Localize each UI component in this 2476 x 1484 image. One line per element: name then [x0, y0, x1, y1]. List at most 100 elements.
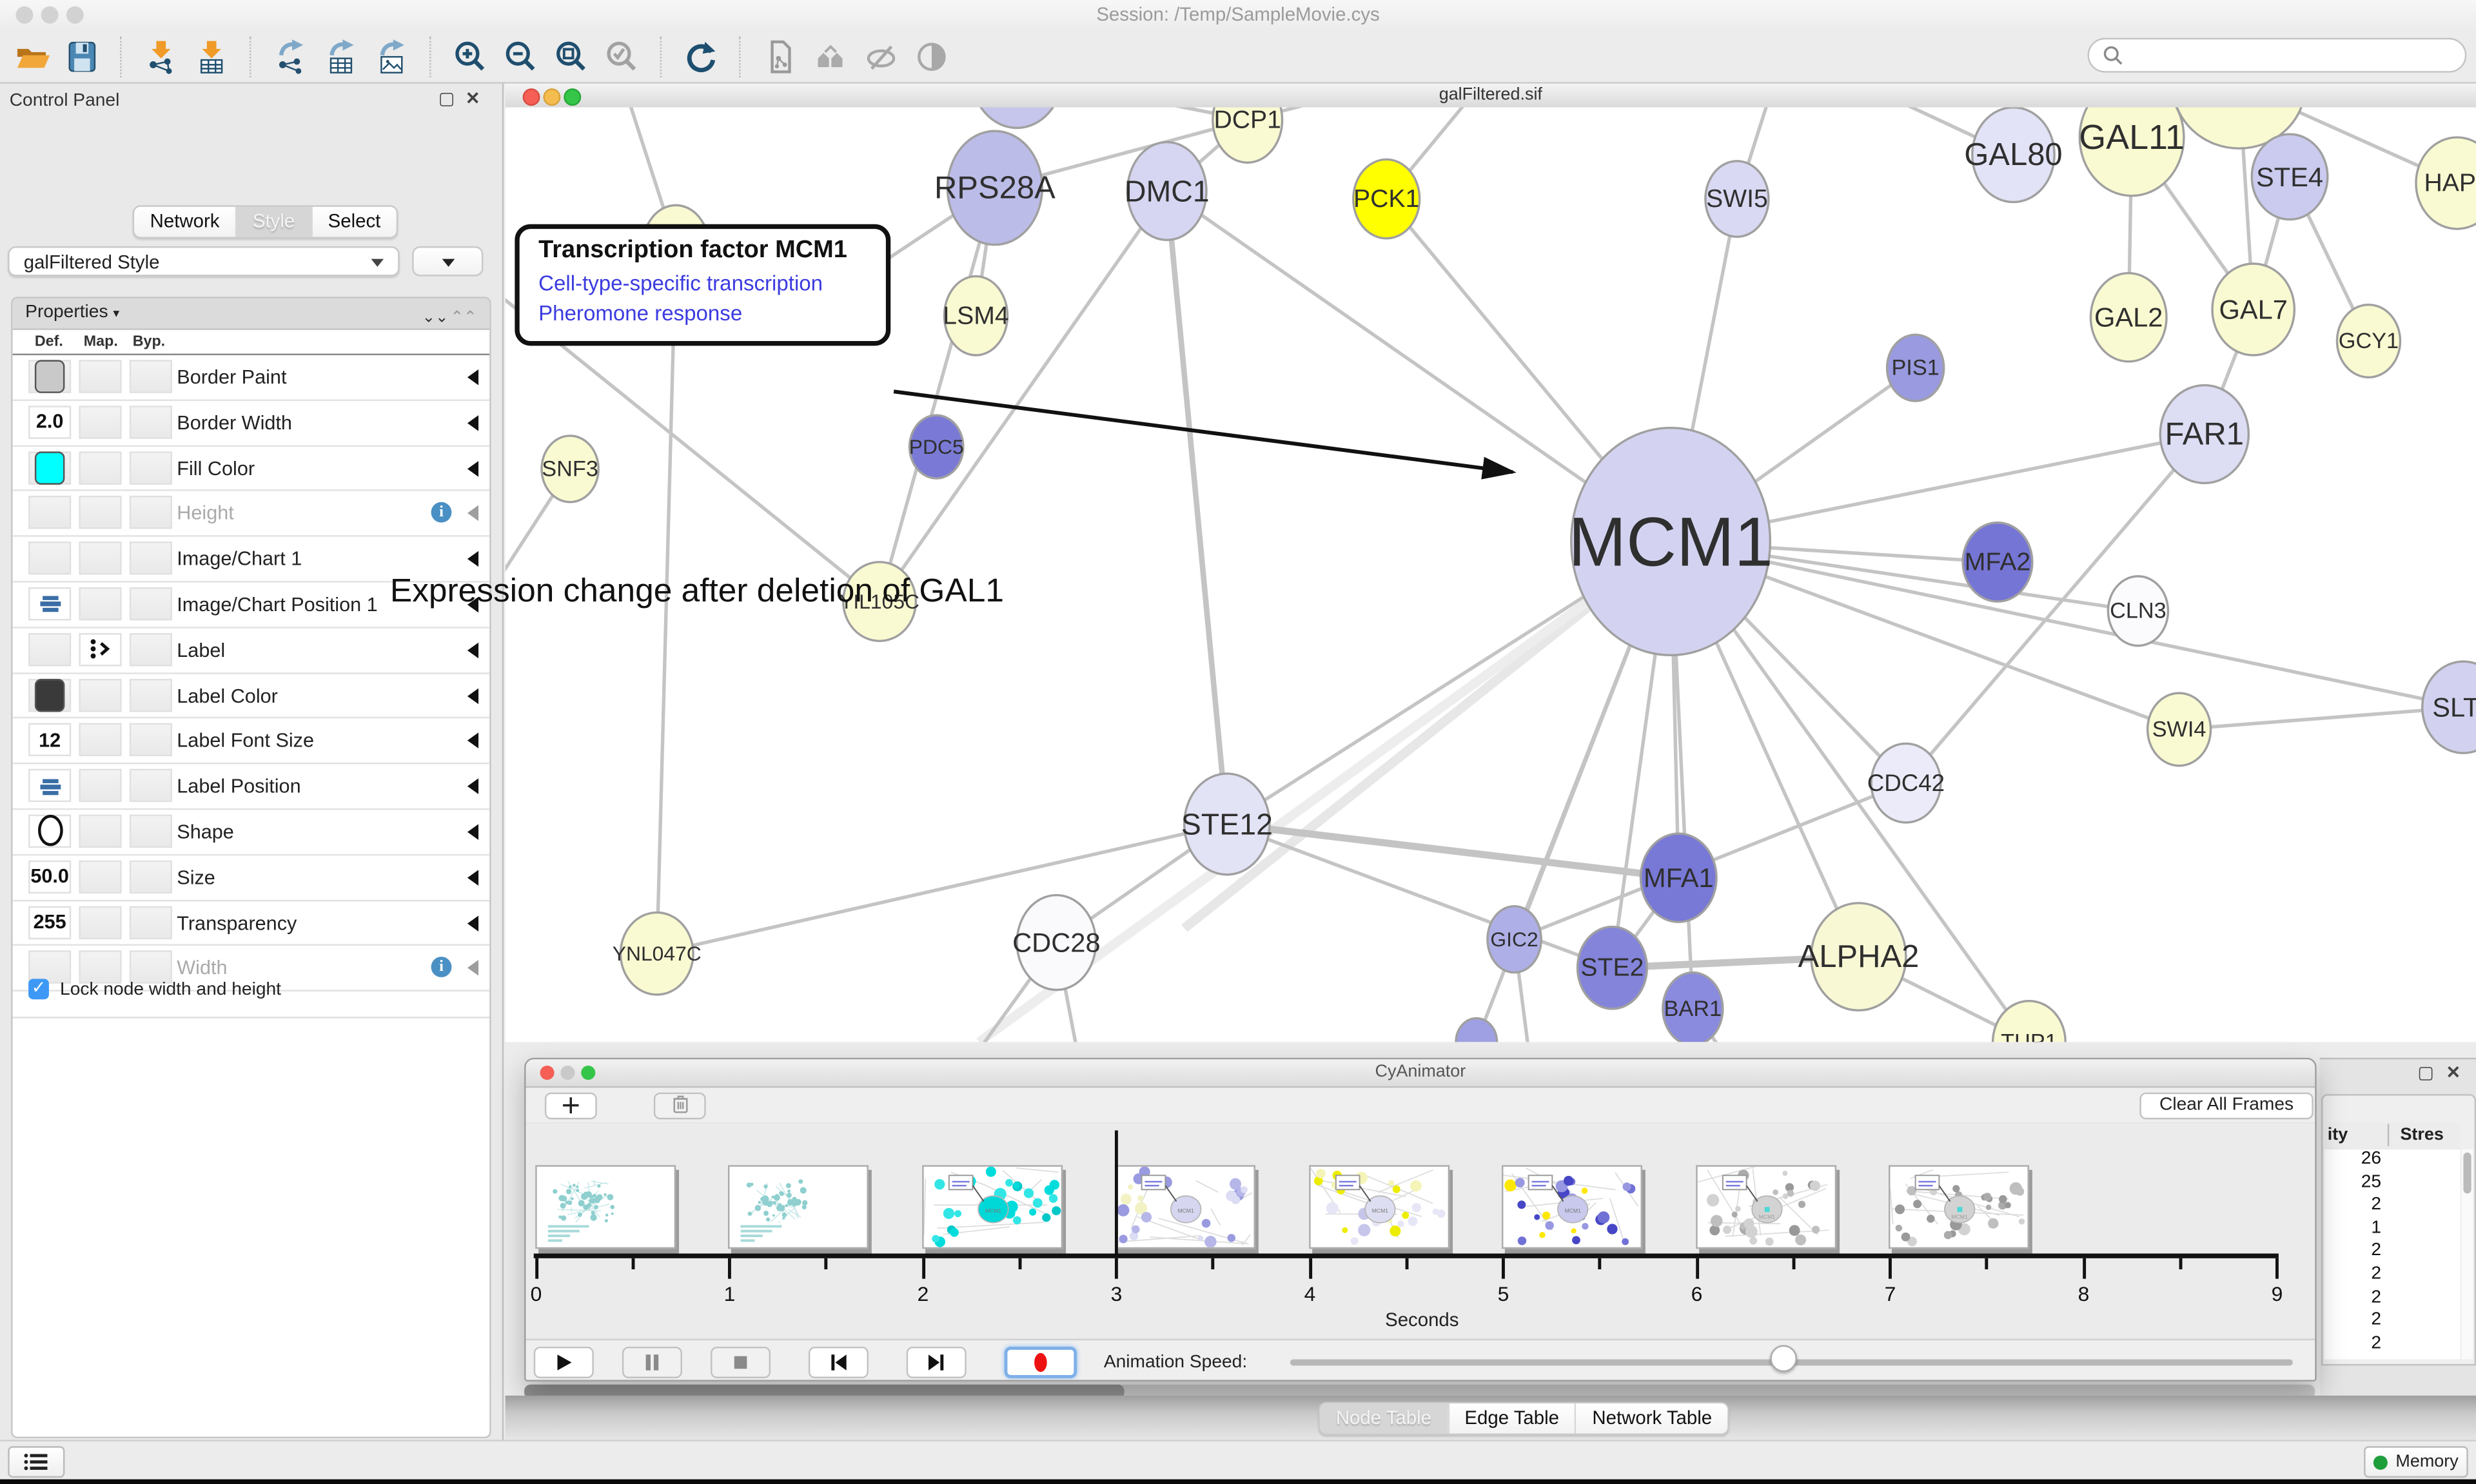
default-cell[interactable]: [28, 496, 71, 529]
frame-thumbnail-0[interactable]: [535, 1165, 675, 1249]
column-header-stress[interactable]: Stres: [2400, 1126, 2443, 1144]
default-cell[interactable]: [28, 542, 71, 574]
zoom-window-icon[interactable]: [564, 88, 581, 106]
zoom-out-button[interactable]: [496, 32, 546, 79]
table-row[interactable]: 2: [2324, 1265, 2461, 1288]
table-rows[interactable]: 26252122222: [2324, 1149, 2461, 1360]
node-PIS1[interactable]: PIS1: [1887, 335, 1944, 401]
hide-edges-button[interactable]: [856, 32, 906, 79]
search-input[interactable]: [2124, 43, 2446, 68]
edge[interactable]: [2179, 707, 2464, 729]
import-table-button[interactable]: [186, 32, 237, 79]
expand-row-icon[interactable]: [467, 779, 478, 794]
table-row[interactable]: 25: [2324, 1173, 2461, 1196]
table-row[interactable]: 2: [2324, 1287, 2461, 1311]
bypass-cell[interactable]: [130, 633, 172, 666]
bypass-cell[interactable]: [130, 587, 172, 620]
expand-row-icon[interactable]: [467, 733, 478, 748]
default-cell[interactable]: [28, 769, 71, 802]
node-GAL80[interactable]: GAL80: [1964, 108, 2062, 202]
default-cell[interactable]: 2.0: [28, 405, 71, 438]
zoom-selected-button[interactable]: [597, 32, 647, 79]
default-cell[interactable]: [28, 451, 71, 483]
annotation-box[interactable]: Transcription factor MCM1 Cell-type-spec…: [515, 224, 890, 346]
node-FAR1[interactable]: FAR1: [2160, 386, 2248, 483]
property-row-transparency[interactable]: 255Transparency: [13, 901, 490, 946]
lock-node-size-row[interactable]: ✓ Lock node width and height: [28, 979, 281, 1000]
tab-style[interactable]: Style: [235, 207, 311, 237]
expand-row-icon[interactable]: [467, 506, 478, 522]
default-cell[interactable]: [28, 633, 71, 666]
mapping-cell[interactable]: [79, 678, 121, 711]
default-cell[interactable]: 12: [28, 724, 71, 757]
network-window-titlebar[interactable]: galFiltered.sif: [506, 84, 2476, 109]
tab-edge-table[interactable]: Edge Table: [1447, 1403, 1575, 1434]
property-row-height[interactable]: Heighti: [13, 492, 490, 538]
open-session-button[interactable]: [6, 32, 57, 79]
refresh-view-button[interactable]: [676, 32, 726, 79]
bypass-cell[interactable]: [130, 360, 172, 393]
table-row[interactable]: 1: [2324, 1218, 2461, 1242]
info-icon[interactable]: i: [431, 503, 452, 523]
export-table-button[interactable]: [316, 32, 366, 79]
cyanimator-titlebar[interactable]: CyAnimator: [526, 1059, 2315, 1088]
node-MFA1[interactable]: MFA1: [1640, 834, 1716, 922]
expand-row-icon[interactable]: [467, 824, 478, 839]
edge[interactable]: [1671, 542, 2463, 707]
node-SLT2[interactable]: SLT2: [2422, 661, 2476, 753]
bypass-cell[interactable]: [130, 860, 172, 893]
table-row[interactable]: 26: [2324, 1149, 2461, 1173]
column-header-ity[interactable]: ity: [2328, 1126, 2348, 1144]
mapping-cell[interactable]: [79, 815, 121, 848]
frame-thumbnail-1[interactable]: [728, 1165, 869, 1249]
bypass-cell[interactable]: [130, 451, 172, 483]
node-STE4[interactable]: STE4: [2252, 134, 2328, 219]
bypass-cell[interactable]: [130, 724, 172, 757]
expand-row-icon[interactable]: [467, 688, 478, 703]
close-icon[interactable]: [540, 1066, 555, 1080]
node-RPS28B[interactable]: RPS28B: [963, 108, 1072, 128]
export-image-button[interactable]: [366, 32, 417, 79]
cyanimator-timeline[interactable]: MCM1MCM1MCM1MCM1MCM1MCM1 0123456789 Seco…: [526, 1122, 2315, 1339]
bypass-cell[interactable]: [130, 815, 172, 848]
default-cell[interactable]: [28, 587, 71, 620]
property-row-fill-color[interactable]: Fill Color: [13, 446, 490, 492]
tab-network-table[interactable]: Network Table: [1575, 1403, 1727, 1434]
default-cell[interactable]: [28, 815, 71, 848]
edge[interactable]: [657, 824, 1227, 953]
frame-thumbnail-2[interactable]: MCM1: [921, 1165, 1062, 1249]
node-RPS28A[interactable]: RPS28A: [934, 131, 1056, 244]
delete-frame-button[interactable]: [654, 1093, 706, 1120]
bypass-cell[interactable]: [130, 542, 172, 574]
frame-thumbnail-5[interactable]: MCM1: [1502, 1165, 1642, 1249]
property-row-shape[interactable]: Shape: [13, 810, 490, 855]
frame-thumbnail-4[interactable]: MCM1: [1308, 1165, 1449, 1249]
node-YNL047C[interactable]: YNL047C: [613, 913, 702, 995]
close-icon[interactable]: [15, 6, 33, 24]
default-cell[interactable]: 50.0: [28, 860, 71, 893]
mapping-cell[interactable]: [79, 724, 121, 757]
bypass-cell[interactable]: [130, 769, 172, 802]
tab-node-table[interactable]: Node Table: [1320, 1403, 1447, 1434]
node-STE12[interactable]: STE12: [1181, 774, 1273, 875]
export-network-button[interactable]: [265, 32, 315, 79]
mapping-cell[interactable]: [79, 542, 121, 574]
expand-row-icon[interactable]: [467, 460, 478, 476]
node-ALPHA2[interactable]: ALPHA2: [1798, 903, 1920, 1011]
node-DMC1[interactable]: DMC1: [1125, 142, 1210, 240]
mapping-cell[interactable]: [79, 360, 121, 393]
property-row-size[interactable]: 50.0Size: [13, 855, 490, 901]
contrast-button[interactable]: [907, 32, 957, 79]
zoom-window-icon[interactable]: [66, 6, 84, 24]
node-CLN3[interactable]: CLN3: [2108, 576, 2168, 646]
edge[interactable]: [1167, 191, 1227, 824]
node-MCM1[interactable]: MCM1: [1568, 428, 1773, 656]
node-CDC28[interactable]: CDC28: [1012, 895, 1100, 990]
expand-row-icon[interactable]: [467, 870, 478, 885]
bypass-cell[interactable]: [130, 678, 172, 711]
timeline-playhead[interactable]: [1115, 1130, 1117, 1253]
go-to-start-button[interactable]: [809, 1347, 869, 1378]
node-GAL7[interactable]: GAL7: [2212, 264, 2294, 355]
tab-select[interactable]: Select: [311, 207, 397, 237]
bypass-cell[interactable]: [130, 496, 172, 529]
